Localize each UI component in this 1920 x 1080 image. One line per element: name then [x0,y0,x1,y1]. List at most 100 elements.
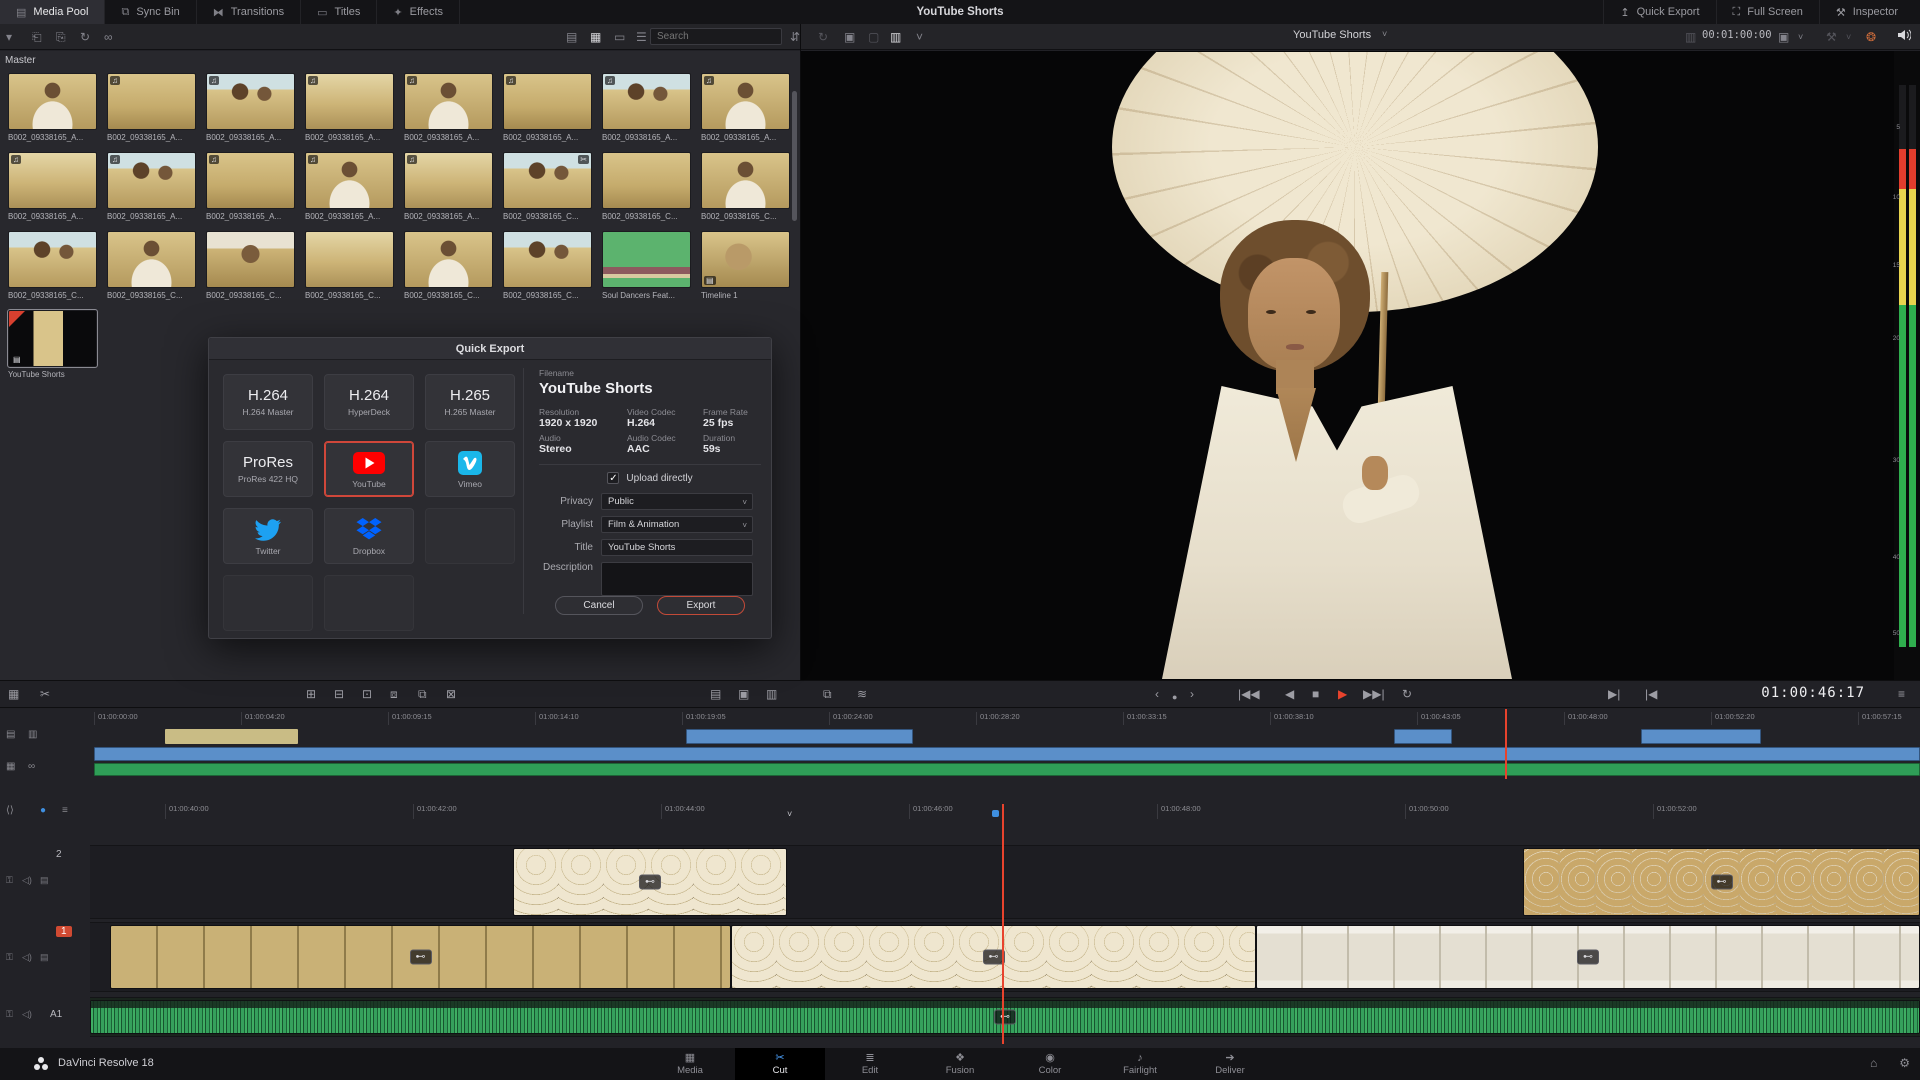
media-clip[interactable]: B002_09338165_C... [206,231,295,300]
track-resize-icon[interactable]: ▤ [6,729,15,740]
media-pool-scrollbar[interactable] [792,91,797,221]
lock-icon[interactable]: ⚿ [6,1009,13,1020]
linked-selection-icon[interactable]: ∞ [28,761,35,772]
media-clip[interactable]: YouTube Shorts [8,310,97,379]
timeline-view-icon[interactable]: ▦ [8,686,19,702]
inspector-button[interactable]: ⚒ Inspector [1819,0,1914,24]
camera-lut-icon[interactable]: ▣ [1778,28,1789,46]
track-1-number[interactable]: 1 [56,926,72,937]
clip-thumbnail[interactable] [107,73,196,130]
preset-h264-master[interactable]: H.264 H.264 Master [223,374,313,430]
loop-button[interactable]: ↻ [1402,686,1412,702]
fast-review-left-icon[interactable]: ‹ [1155,686,1159,702]
clip-thumbnail[interactable] [602,152,691,209]
media-clip[interactable]: B002_09338165_A... [8,73,97,142]
clip-thumbnail[interactable] [404,152,493,209]
media-clip[interactable]: B002_09338165_A... [305,152,394,221]
transition-tool-icon[interactable]: ▤ [710,686,721,702]
play-button[interactable]: ▶ [1338,686,1347,702]
preset-twitter[interactable]: Twitter [223,508,313,564]
clip-thumbnail[interactable] [206,152,295,209]
media-clip[interactable]: B002_09338165_A... [701,73,790,142]
media-clip[interactable]: B002_09338165_C... [404,231,493,300]
audio-monitor-icon[interactable] [1898,28,1911,46]
filmstrip-icon[interactable]: ▥ [890,28,901,46]
strip-view-icon[interactable]: ▭ [614,28,625,46]
timeline-clip[interactable] [1256,925,1920,989]
clip-thumbnail[interactable] [602,231,691,288]
export-button[interactable]: Export [657,596,745,615]
media-clip[interactable]: B002_09338165_C... [503,152,592,221]
title-input[interactable] [601,539,753,556]
media-clip[interactable]: B002_09338165_C... [8,231,97,300]
effect-tool-icon[interactable]: ▥ [766,686,777,702]
clip-thumbnail[interactable] [503,231,592,288]
preset-youtube[interactable]: YouTube [324,441,414,497]
fast-review-right-icon[interactable]: › [1190,686,1194,702]
refresh-icon[interactable]: ↻ [818,28,828,46]
split-razor-icon[interactable]: ✂ [40,686,50,702]
preset-dropbox[interactable]: Dropbox [324,508,414,564]
page-tab[interactable]: ♪ Fairlight [1095,1048,1185,1080]
lock-icon[interactable]: ⚿ [6,952,13,963]
clip-thumbnail[interactable] [206,73,295,130]
media-clip[interactable]: B002_09338165_A... [305,73,394,142]
clip-thumbnail[interactable] [107,152,196,209]
page-tab[interactable]: ✂ Cut [735,1048,825,1080]
clip-thumbnail[interactable] [8,310,97,367]
timeline-clip[interactable] [1523,848,1920,916]
resolve-fx-icon[interactable]: ❂ [1866,28,1876,46]
camera-lut-chevron-icon[interactable]: ˅ [1798,28,1803,46]
media-clip[interactable]: B002_09338165_A... [107,73,196,142]
preset-hyperdeck[interactable]: H.264 HyperDeck [324,374,414,430]
audio-clip-waveform[interactable] [90,1000,1920,1034]
mute-icon[interactable]: ◁) [22,875,32,886]
preset-vimeo[interactable]: Vimeo [425,441,515,497]
clip-thumbnail[interactable] [503,152,592,209]
tools-icon[interactable]: ≋ [857,686,867,702]
viewer-tools-icon[interactable]: ⚒ [1826,28,1837,46]
track-2-number[interactable]: 2 [56,849,62,860]
stop-button[interactable]: ■ [1312,686,1319,702]
first-frame-button[interactable]: |◀◀ [1238,686,1260,702]
panel-toggle-tab[interactable]: ▤ Media Pool [0,0,105,24]
clip-thumbnail[interactable] [404,231,493,288]
go-to-out-button[interactable]: ▶| [1608,686,1620,702]
title-tool-icon[interactable]: ▣ [738,686,749,702]
clip-thumbnail[interactable] [404,73,493,130]
privacy-select[interactable]: Public ˅ [601,493,753,510]
media-clip[interactable]: B002_09338165_A... [404,152,493,221]
source-overwrite-icon[interactable]: ⊠ [446,686,456,702]
import-folder-icon[interactable]: ⎘ [56,28,66,46]
timeline-clip[interactable] [110,925,731,989]
timeline-marker[interactable] [992,810,999,817]
audio-track-a1[interactable] [90,997,1920,1037]
page-tab[interactable]: ≣ Edit [825,1048,915,1080]
video-preview[interactable] [1024,52,1652,679]
smart-insert-icon[interactable]: ⊞ [306,686,316,702]
clip-thumbnail[interactable] [305,73,394,130]
preset-h265-master[interactable]: H.265 H.265 Master [425,374,515,430]
media-clip[interactable]: B002_09338165_C... [305,231,394,300]
cancel-button[interactable]: Cancel [555,596,643,615]
project-manager-icon[interactable]: ⌂ [1870,1056,1877,1070]
overview-clip[interactable] [94,747,1920,761]
media-clip[interactable]: B002_09338165_C... [602,152,691,221]
camera-icon[interactable]: ▢ [868,28,879,46]
timeline-options-menu-icon[interactable]: ≡ [1898,686,1905,702]
go-to-in-button[interactable]: |◀ [1645,686,1657,702]
source-tape-icon[interactable]: ▣ [844,28,855,46]
play-reverse-button[interactable]: ◀ [1285,686,1294,702]
clip-thumbnail[interactable] [701,73,790,130]
media-clip[interactable]: B002_09338165_A... [206,152,295,221]
timeline-zoom-ruler[interactable]: 01:00:40:0001:00:42:0001:00:44:0001:00:4… [165,804,1920,819]
ripple-overwrite-icon[interactable]: ⊡ [362,686,372,702]
overview-clip[interactable] [94,763,1920,776]
clip-thumbnail[interactable] [206,231,295,288]
clip-thumbnail[interactable] [701,152,790,209]
page-tab[interactable]: ❖ Fusion [915,1048,1005,1080]
timeline-playhead[interactable] [1002,804,1004,1044]
timeline-clip[interactable] [513,848,787,916]
search-input[interactable] [650,28,782,45]
bin-menu-icon[interactable]: ▾ [6,28,12,46]
